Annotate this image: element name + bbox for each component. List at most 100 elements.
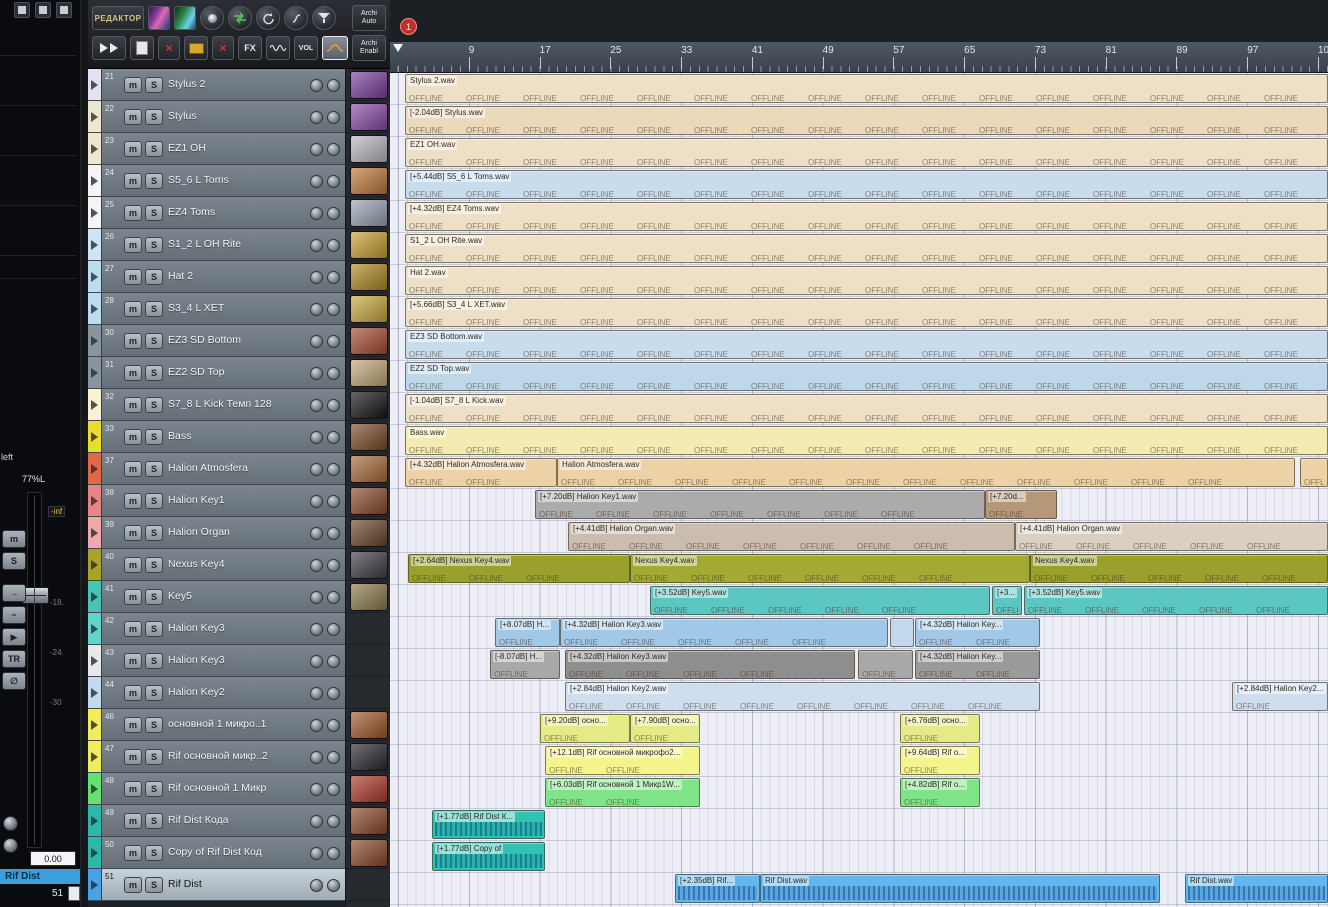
monitor-button[interactable] <box>327 271 340 284</box>
solo-button[interactable]: S <box>145 525 163 541</box>
mute-button[interactable]: m <box>124 77 142 93</box>
monitor-button[interactable] <box>327 367 340 380</box>
track-row[interactable]: 41 m S Key5 <box>88 581 345 613</box>
delete-button[interactable]: × <box>158 36 180 60</box>
document-icon[interactable] <box>14 2 30 18</box>
audio-clip[interactable]: [+2.84dB] Halion Key2... OFFLINE <box>1232 682 1328 711</box>
record-enable-button[interactable] <box>310 239 323 252</box>
record-enable-button[interactable] <box>310 463 323 476</box>
swap-arrows-icon[interactable] <box>228 6 252 30</box>
monitor-button[interactable] <box>327 303 340 316</box>
record-enable-button[interactable] <box>310 751 323 764</box>
volume-fader[interactable] <box>22 492 49 848</box>
audio-clip[interactable]: [+9.20dB] осно... OFFLINE <box>540 714 630 743</box>
audio-clip[interactable]: Rif Dist.wav <box>1185 874 1328 903</box>
audio-clip[interactable]: [+4.32dB] Halion Key... OFFLINE OFFLINE <box>915 618 1040 647</box>
archive-auto-button[interactable]: Archi Auto <box>352 5 386 31</box>
filter-icon[interactable] <box>312 6 336 30</box>
solo-button[interactable]: S <box>145 77 163 93</box>
mute-button[interactable]: m <box>124 461 142 477</box>
monitor-button[interactable] <box>327 175 340 188</box>
ruler-tick[interactable]: 81 <box>1105 45 1117 69</box>
track-row[interactable]: 27 m S Hat 2 <box>88 261 345 293</box>
audio-clip[interactable]: [+6.76dB] осно... OFFLINE <box>900 714 980 743</box>
mute-button[interactable]: m <box>124 813 142 829</box>
monitor-button[interactable] <box>327 623 340 636</box>
edit-icon[interactable] <box>56 2 72 18</box>
audio-clip[interactable]: [+3.52dB] Key5.wav OFFLINE OFFLINE OFFLINE O… <box>1024 586 1328 615</box>
monitor-button[interactable] <box>327 431 340 444</box>
track-row[interactable]: 40 m S Nexus Key4 <box>88 549 345 581</box>
solo-button[interactable]: S <box>145 269 163 285</box>
track-row[interactable]: 32 m S S7_8 L Kick Темп 128 <box>88 389 345 421</box>
monitor-button[interactable] <box>327 495 340 508</box>
monitor-button[interactable] <box>327 591 340 604</box>
ruler-tick[interactable]: 57 <box>893 45 905 69</box>
folder-button[interactable] <box>184 36 208 60</box>
mute-button[interactable]: m <box>124 749 142 765</box>
layout-icon[interactable] <box>35 2 51 18</box>
audio-clip[interactable]: S1_2 L OH Rite.wav OFFLINE OFFLINE OFFLINE O… <box>405 234 1328 263</box>
mute-button[interactable]: m <box>124 173 142 189</box>
mute-button[interactable]: m <box>124 109 142 125</box>
monitor-button[interactable] <box>327 719 340 732</box>
fx-button[interactable]: FX <box>238 36 262 60</box>
record-enable-button[interactable] <box>3 816 18 831</box>
waveform-button[interactable] <box>266 36 290 60</box>
track-row[interactable]: 26 m S S1_2 L OH Rite <box>88 229 345 261</box>
cycle-marker[interactable]: 1 <box>400 18 417 35</box>
audio-clip[interactable]: [+4.41dB] Halion Organ.wav OFFLINE OFFLINE… <box>568 522 1015 551</box>
solo-button[interactable]: S <box>145 493 163 509</box>
mute-button[interactable]: m <box>124 557 142 573</box>
record-enable-button[interactable] <box>310 591 323 604</box>
monitor-button[interactable] <box>327 399 340 412</box>
ruler-tick[interactable]: 25 <box>610 45 621 69</box>
pool-icon[interactable] <box>200 6 224 30</box>
mute-button[interactable]: m <box>124 365 142 381</box>
archive-enable-button[interactable]: Archi Enabl <box>352 35 386 61</box>
record-enable-button[interactable] <box>310 719 323 732</box>
monitor-button[interactable] <box>327 655 340 668</box>
ruler-tick[interactable]: 49 <box>822 45 834 69</box>
monitor-button[interactable] <box>327 847 340 860</box>
mute-button[interactable]: m <box>124 685 142 701</box>
mute-button[interactable]: m <box>124 429 142 445</box>
audio-clip[interactable]: [+6.03dB] Rif основной 1 Микр1W... OFFLIN… <box>545 778 700 807</box>
audio-clip[interactable]: Halion Atmosfera.wav OFFLINE OFFLINE OFFLIN… <box>557 458 1295 487</box>
mute-button[interactable]: m <box>124 717 142 733</box>
record-enable-button[interactable] <box>310 783 323 796</box>
record-enable-button[interactable] <box>310 207 323 220</box>
new-part-button[interactable] <box>130 36 154 60</box>
mute-button[interactable]: m <box>124 621 142 637</box>
record-enable-button[interactable] <box>310 655 323 668</box>
fader-readout[interactable]: 0.00 <box>30 851 76 866</box>
pan-value[interactable]: 77%L <box>22 474 45 484</box>
audio-clip[interactable]: [+5.66dB] S3_4 L XET.wav OFFLINE OFFLINE OF… <box>405 298 1328 327</box>
audio-clip[interactable]: [+4.32dB] Halion Atmosfera.wav OFFLINE OFF… <box>405 458 557 487</box>
ruler-tick[interactable]: 89 <box>1176 45 1188 69</box>
media-thumb-2[interactable] <box>174 6 196 30</box>
track-row[interactable]: 25 m S EZ4 Toms <box>88 197 345 229</box>
audio-clip[interactable]: [-1.04dB] S7_8 L Kick.wav OFFLINE OFFLINE O… <box>405 394 1328 423</box>
audio-clip[interactable]: [+2.35dB] Rif... <box>675 874 760 903</box>
audio-clip[interactable]: [+4.32dB] Halion Key3.wav OFFLINE OFFLINE O… <box>565 650 855 679</box>
track-row[interactable]: 51 m S Rif Dist <box>88 869 345 901</box>
audio-clip[interactable]: [+7.20dB] Halion Key1.wav OFFLINE OFFLINE O… <box>535 490 985 519</box>
monitor-button[interactable] <box>327 527 340 540</box>
solo-button[interactable]: S <box>145 781 163 797</box>
monitor-icon[interactable]: ▶ <box>2 628 26 646</box>
mute-button[interactable]: m <box>124 141 142 157</box>
refresh-icon[interactable] <box>256 6 280 30</box>
solo-button[interactable]: S <box>145 557 163 573</box>
monitor-button[interactable] <box>327 79 340 92</box>
record-enable-button[interactable] <box>310 495 323 508</box>
solo-button[interactable]: S <box>145 621 163 637</box>
audio-clip[interactable]: [+2.64dB] Nexus Key4.wav OFFLINE OFFLINE OF… <box>408 554 630 583</box>
track-row[interactable]: 48 m S Rif основной 1 Микр <box>88 773 345 805</box>
audio-clip[interactable]: EZ2 SD Top.wav OFFLINE OFFLINE OFFLINE OFFLI… <box>405 362 1328 391</box>
mute-button[interactable]: m <box>124 493 142 509</box>
solo-button[interactable]: S <box>145 461 163 477</box>
mute-button[interactable]: m <box>124 333 142 349</box>
record-enable-button[interactable] <box>310 687 323 700</box>
ruler-tick[interactable]: 17 <box>539 45 551 69</box>
